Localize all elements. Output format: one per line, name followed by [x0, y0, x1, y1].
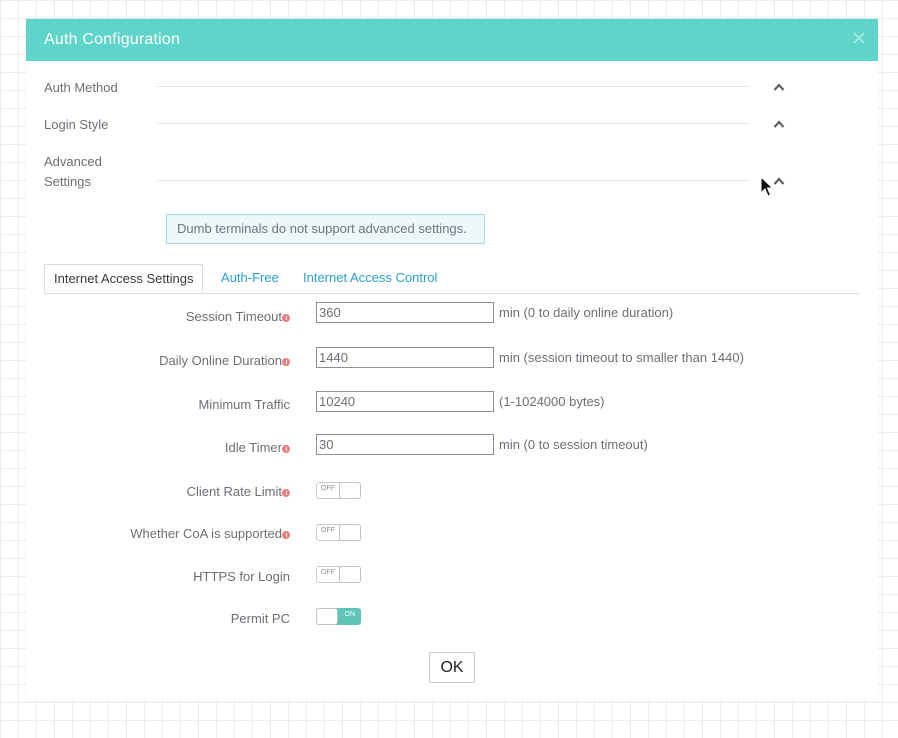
chevron-up-icon[interactable] — [773, 176, 785, 186]
tab-bar: Internet Access Settings Auth-Free Inter… — [44, 264, 860, 294]
info-icon[interactable] — [282, 314, 290, 322]
session-timeout-hint: min (0 to daily online duration) — [499, 305, 674, 320]
session-timeout-label-text: Session Timeout — [185, 309, 282, 324]
permit-pc-toggle[interactable]: ON — [316, 608, 361, 625]
https-login-toggle[interactable]: OFF — [316, 566, 361, 583]
dialog-header: Auth Configuration — [26, 19, 878, 61]
permit-pc-label: Permit PC — [230, 611, 290, 626]
idle-timer-label-text: Idle Timer — [224, 440, 282, 455]
tab-auth-free[interactable]: Auth-Free — [221, 264, 279, 293]
session-timeout-input[interactable] — [316, 302, 494, 323]
client-rate-limit-label-text: Client Rate Limit — [186, 484, 282, 499]
info-icon[interactable] — [282, 358, 290, 366]
coa-supported-label-text: Whether CoA is supported — [130, 526, 282, 541]
close-icon[interactable] — [850, 29, 868, 47]
section-label: Auth Method — [44, 80, 118, 95]
section-auth-method[interactable]: Auth Method — [44, 77, 860, 99]
coa-supported-toggle[interactable]: OFF — [316, 524, 361, 541]
info-icon[interactable] — [282, 531, 290, 539]
daily-online-duration-label-text: Daily Online Duration — [159, 353, 282, 368]
section-label-line2: Settings — [44, 174, 91, 189]
info-icon[interactable] — [282, 489, 290, 497]
toggle-state-text: ON — [344, 611, 356, 618]
daily-online-duration-input[interactable] — [316, 347, 494, 368]
minimum-traffic-hint: (1-1024000 bytes) — [499, 394, 605, 409]
dialog-title: Auth Configuration — [44, 31, 181, 48]
chevron-up-icon[interactable] — [773, 82, 785, 92]
toggle-state-text: OFF — [321, 569, 335, 576]
client-rate-limit-label: Client Rate Limit — [187, 484, 290, 499]
coa-supported-label: Whether CoA is supported — [130, 526, 290, 541]
auth-configuration-dialog: Auth Configuration Auth Method Login Sty… — [26, 19, 878, 700]
idle-timer-hint: min (0 to session timeout) — [499, 437, 648, 452]
chevron-up-icon[interactable] — [773, 119, 785, 129]
toggle-knob — [339, 524, 361, 541]
minimum-traffic-input[interactable] — [316, 391, 494, 412]
https-login-label: HTTPS for Login — [193, 569, 290, 584]
tab-internet-access-settings[interactable]: Internet Access Settings — [44, 264, 204, 293]
minimum-traffic-label: Minimum Traffic — [198, 397, 291, 412]
toggle-knob — [339, 566, 361, 583]
idle-timer-label: Idle Timer — [225, 440, 290, 455]
toggle-knob — [316, 608, 338, 625]
section-divider — [157, 180, 749, 181]
client-rate-limit-toggle[interactable]: OFF — [316, 482, 361, 499]
mouse-cursor-icon — [760, 176, 774, 197]
section-label-line1: Advanced — [44, 154, 102, 169]
section-advanced-settings[interactable]: Advanced Settings — [44, 152, 860, 194]
daily-online-duration-label: Daily Online Duration — [159, 353, 290, 368]
toggle-state-text: OFF — [321, 485, 335, 492]
toggle-state-text: OFF — [321, 527, 335, 534]
session-timeout-label: Session Timeout — [186, 309, 290, 324]
ok-button[interactable]: OK — [429, 652, 475, 683]
info-icon[interactable] — [282, 445, 290, 453]
section-divider — [157, 86, 749, 87]
idle-timer-input[interactable] — [316, 434, 494, 455]
tab-internet-access-control[interactable]: Internet Access Control — [303, 264, 437, 293]
section-label: Login Style — [44, 117, 109, 132]
section-login-style[interactable]: Login Style — [44, 114, 860, 136]
section-divider — [157, 123, 749, 124]
toggle-knob — [339, 482, 361, 499]
notice-message: Dumb terminals do not support advanced s… — [166, 214, 485, 244]
daily-online-duration-hint: min (session timeout to smaller than 144… — [499, 350, 744, 365]
